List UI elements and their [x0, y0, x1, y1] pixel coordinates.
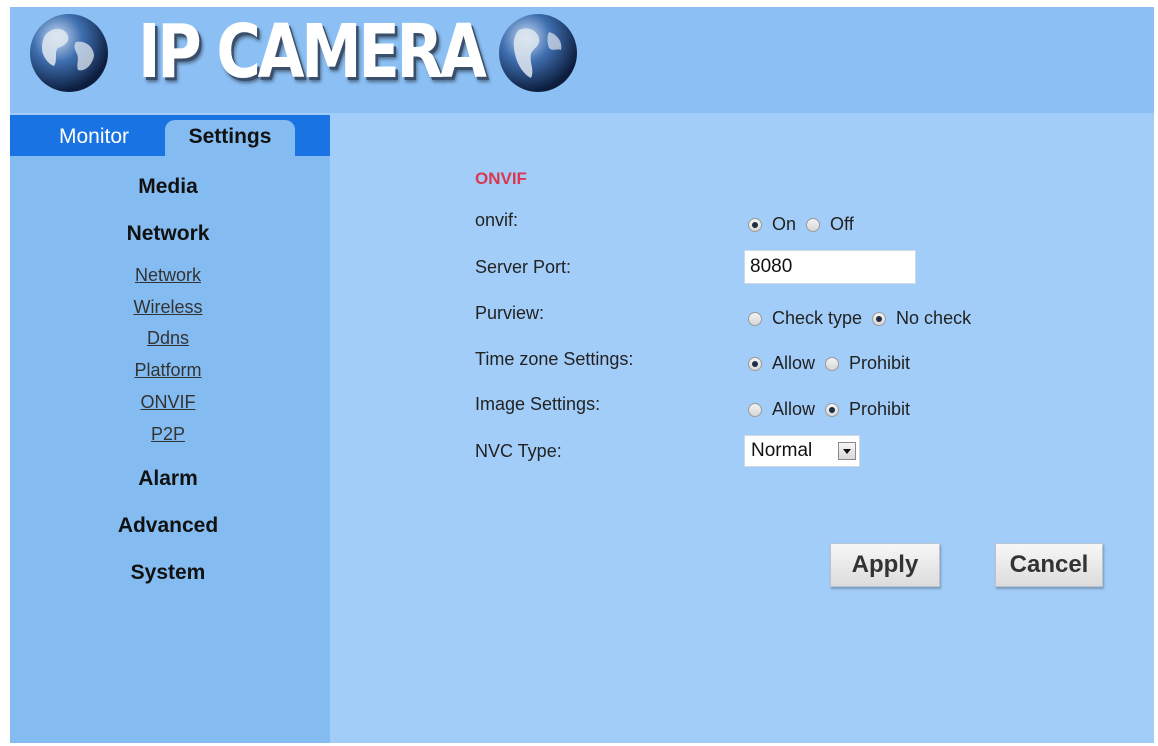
tab-monitor[interactable]: Monitor — [30, 120, 158, 156]
server-port-label: Server Port: — [475, 257, 572, 277]
sidebar-link-wireless[interactable]: Wireless — [10, 297, 326, 318]
nvc-type-value: Normal — [751, 440, 813, 461]
onvif-label: onvif: — [475, 210, 519, 230]
time-zone-prohibit-radio[interactable] — [825, 356, 840, 371]
tab-settings[interactable]: Settings — [165, 120, 295, 156]
time-zone-allow-radio[interactable] — [748, 356, 762, 371]
onvif-radio-group: On Off — [748, 214, 864, 235]
sidebar-link-ddns[interactable]: Ddns — [10, 328, 326, 349]
page-title: ONVIF — [475, 169, 527, 188]
purview-no-check-label: No check — [896, 308, 972, 328]
sidebar-section-alarm[interactable]: Alarm — [10, 467, 326, 491]
onvif-off-radio[interactable] — [806, 217, 821, 232]
sidebar-section-system[interactable]: System — [10, 561, 326, 585]
settings-panel: ONVIF onvif: On Off Server Port: 8080 Pu… — [330, 115, 1154, 743]
onvif-off-label: Off — [830, 214, 854, 234]
sidebar-link-onvif[interactable]: ONVIF — [10, 392, 326, 413]
image-settings-prohibit-label: Prohibit — [849, 399, 911, 419]
onvif-on-radio[interactable] — [748, 217, 762, 232]
purview-no-check-radio[interactable] — [872, 311, 887, 326]
onvif-on-label: On — [772, 214, 797, 234]
time-zone-radio-group: Allow Prohibit — [748, 353, 920, 374]
time-zone-allow-label: Allow — [772, 353, 816, 373]
image-settings-prohibit-radio[interactable] — [825, 402, 840, 417]
sidebar: Monitor Settings Media Network Network W… — [10, 115, 330, 743]
globe-icon — [30, 14, 108, 92]
sidebar-section-advanced[interactable]: Advanced — [10, 514, 326, 538]
time-zone-prohibit-label: Prohibit — [849, 353, 911, 373]
image-settings-allow-radio[interactable] — [748, 402, 762, 417]
server-port-input[interactable]: 8080 — [744, 250, 916, 284]
cancel-button[interactable]: Cancel — [995, 543, 1103, 587]
sidebar-link-platform[interactable]: Platform — [10, 360, 326, 381]
nvc-type-label: NVC Type: — [475, 441, 562, 461]
app-title: IP CAMERA — [138, 9, 487, 95]
globe-icon — [499, 14, 577, 92]
purview-radio-group: Check type No check — [748, 308, 981, 329]
purview-check-type-radio[interactable] — [748, 311, 762, 326]
nvc-type-select[interactable]: Normal — [744, 435, 860, 467]
image-settings-radio-group: Allow Prohibit — [748, 399, 920, 420]
purview-check-type-label: Check type — [772, 308, 863, 328]
sidebar-section-media[interactable]: Media — [10, 175, 326, 199]
sidebar-section-network[interactable]: Network — [10, 222, 326, 246]
purview-label: Purview: — [475, 303, 545, 323]
app-frame: IP CAMERA Monitor Settings Media Network… — [10, 7, 1154, 743]
chevron-down-icon[interactable] — [838, 442, 856, 460]
sidebar-link-p2p[interactable]: P2P — [10, 424, 326, 445]
tab-bar: Monitor Settings — [10, 115, 330, 156]
header-banner: IP CAMERA — [10, 7, 1154, 113]
image-settings-allow-label: Allow — [772, 399, 816, 419]
image-settings-label: Image Settings: — [475, 394, 601, 414]
time-zone-label: Time zone Settings: — [475, 349, 634, 369]
apply-button[interactable]: Apply — [830, 543, 940, 587]
sidebar-link-network[interactable]: Network — [10, 265, 326, 286]
